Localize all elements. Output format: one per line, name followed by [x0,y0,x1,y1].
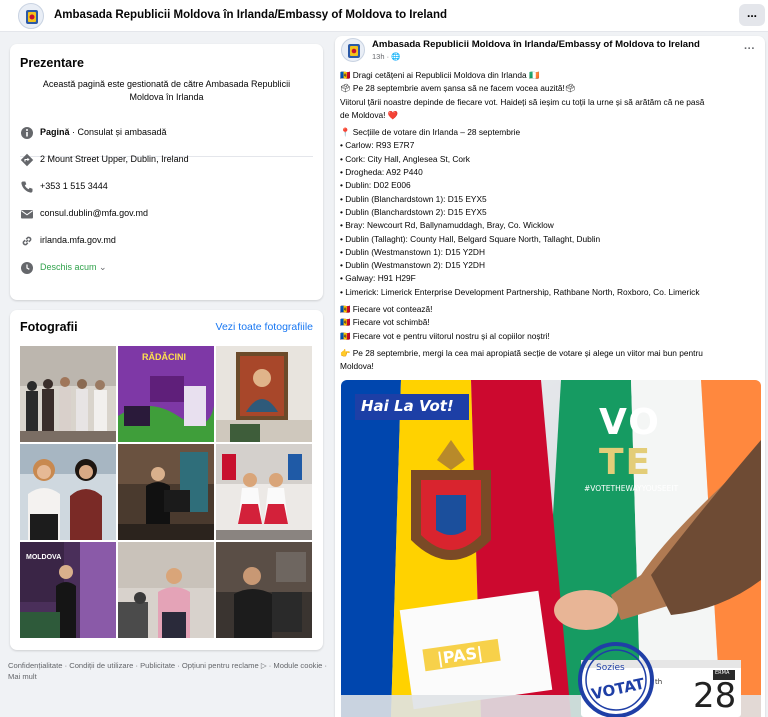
post-text-line: 📍 Secțiile de votare din Irlanda – 28 se… [340,127,521,138]
photo-thumbnail[interactable] [216,444,312,540]
photo-thumbnail[interactable] [20,444,116,540]
photos-card: Fotografii Vezi toate fotografiile RĂDĂC… [10,310,323,650]
image-vote-logo-line2: TE [599,442,653,483]
clock-icon [21,262,33,274]
email-icon [21,210,33,219]
photo-thumbnail[interactable] [216,542,312,638]
post-text-line: • Drogheda: A92 P440 [340,167,423,178]
post-author-name[interactable]: Ambasada Republicii Moldova în Irlanda/E… [372,39,700,50]
image-vote-logo-line1: VO [599,402,661,443]
website-row: irlanda.mfa.gov.md [20,234,315,248]
post-text-line: • Dublin (Westmanstown 1): D15 Y2DH [340,246,485,257]
category-row: Pagină · Consulat și ambasadă [20,126,315,140]
page-header: Ambasada Republicii Moldova în Irlanda/E… [0,0,768,32]
post-text-line: Viitorul țării noastre depinde de fiecar… [340,96,705,107]
phone-row: +353 1 515 3444 [20,180,315,194]
image-stamp-top: Sozies [596,663,625,673]
post-text-line: • Limerick: Limerick Enterprise Developm… [340,286,700,297]
chevron-down-icon: ⌄ [99,262,107,272]
photo-thumbnail[interactable] [118,444,214,540]
image-hashtag: #VOTETHEWAYYOUSEEIT [584,484,679,493]
post-text-line: 🇲🇩 Dragi cetățeni ai Republicii Moldova … [340,70,540,80]
page-title[interactable]: Ambasada Republicii Moldova în Irlanda/E… [54,9,447,21]
hours-status: Deschis acum [40,262,97,272]
post-body: 🇲🇩 Dragi cetățeni ai Republicii Moldova … [340,69,760,374]
photo-thumbnail[interactable]: RĂDĂCINI [118,346,214,442]
directions-icon [20,153,34,167]
category-value: · Consulat și ambasadă [69,127,167,137]
photo-thumbnail[interactable] [20,346,116,442]
image-calendar-day: 28 [693,676,737,716]
post-text-line: 🇲🇩 Fiecare vot schimbă! [340,317,430,328]
post-timestamp[interactable]: 13h · 🌐 [372,52,401,61]
post-text-line: • Cork: City Hall, Anglesea St, Cork [340,153,470,164]
post-text-line: • Dublin (Blanchardstown 2): D15 EYX5 [340,206,487,217]
avatar[interactable] [341,38,365,62]
page-logo[interactable] [18,3,44,29]
intro-title: Prezentare [20,56,84,70]
post-text-line: Moldova! [340,361,374,372]
photo-thumbnail[interactable] [118,542,214,638]
post-text-line: • Carlow: R93 E7R7 [340,140,415,151]
category-label: Pagină [40,127,70,137]
intro-description: Această pagină este gestionată de către … [42,79,291,102]
post-text-line: 👉 Pe 28 septembrie, mergi la cea mai apr… [340,347,703,358]
post-text-line: 🗳 Pe 28 septembrie avem șansa să ne face… [340,83,576,94]
photo-thumbnail[interactable] [216,346,312,442]
post-card: Ambasada Republicii Moldova în Irlanda/E… [335,36,765,717]
email-row: consul.dublin@mfa.gov.md [20,207,315,221]
post-text-line: de Moldova! ❤️ [340,109,399,120]
post-text-line: 🇲🇩 Fiecare vot e pentru viitorul nostru … [340,330,550,341]
address-text: 2 Mount Street Upper, Dublin, Ireland [40,154,189,164]
post-text-line: • Dublin: D02 E006 [340,180,411,191]
link-icon [22,236,32,246]
post-options-button[interactable]: ··· [744,43,755,55]
intro-card: Prezentare Această pagină este gestionat… [10,44,323,300]
photos-title: Fotografii [20,320,78,334]
post-text-line: • Dublin (Tallaght): County Hall, Belgar… [340,233,601,244]
see-all-photos-link[interactable]: Vezi toate fotografiile [216,321,313,333]
image-calendar-suffix: th [655,678,663,686]
photo-caption: RĂDĂCINI [142,352,186,362]
post-text-line: • Dublin (Westmanstown 2): D15 Y2DH [340,260,485,271]
more-options-button[interactable]: ... [739,4,765,26]
photo-caption: MOLDOVA [26,554,62,561]
hours-row[interactable]: Deschis acum ⌄ [20,261,315,275]
post-text-line: 🇲🇩 Fiecare vot contează! [340,304,433,315]
phone-icon [21,181,33,193]
page-footer-links[interactable]: Confidențialitate · Condiții de utilizar… [8,660,328,682]
email-link[interactable]: consul.dublin@mfa.gov.md [40,208,148,218]
website-link[interactable]: irlanda.mfa.gov.md [40,235,116,245]
info-icon [21,127,33,139]
post-text-line: • Galway: H91 H29F [340,273,416,284]
post-text-line: • Bray: Newcourt Rd, Ballynamuddagh, Bra… [340,220,554,231]
post-image[interactable]: Hai La Vot! VO TE #VOTETHEWAYYOUSEEIT |P… [341,380,761,717]
photo-thumbnail[interactable]: MOLDOVA [20,542,116,638]
address-row: 2 Mount Street Upper, Dublin, Ireland [20,153,315,167]
image-badge-text: Hai La Vot! [361,397,454,415]
phone-text[interactable]: +353 1 515 3444 [40,181,108,191]
post-text-line: • Dublin (Blanchardstown 1): D15 EYX5 [340,193,487,204]
